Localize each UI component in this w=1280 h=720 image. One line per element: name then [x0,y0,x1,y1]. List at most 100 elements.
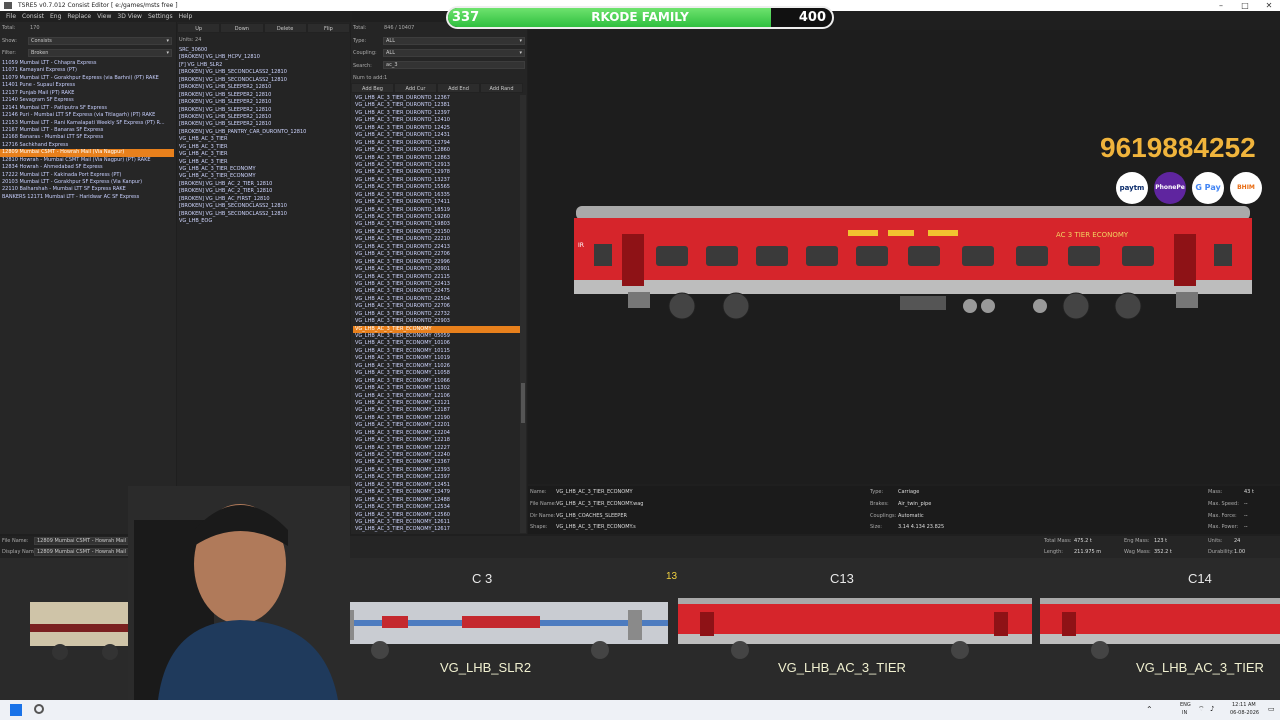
library-list-item[interactable]: VG_LHB_AC_3_TIER_DURONTO_22210 [353,236,520,243]
library-list-item[interactable]: VG_LHB_AC_3_TIER_ECONOMY_05059 [353,333,520,340]
unit-list-item[interactable]: [BROKEN] VG_LHB_SECONDCLASS2_12810 [177,203,350,210]
library-list-item[interactable]: VG_LHB_AC_3_TIER_DURONTO_18519 [353,207,520,214]
library-list-item[interactable]: VG_LHB_AC_3_TIER_DURONTO_12863 [353,155,520,162]
library-list-item[interactable]: VG_LHB_AC_3_TIER_ECONOMY_12611 [353,519,520,526]
consist-list-item[interactable]: 22110 Balharshah - Mumbai LTT SF Express… [0,186,174,193]
library-list-item[interactable]: VG_LHB_AC_3_TIER_DURONTO_12860 [353,147,520,154]
add-beg-button[interactable]: Add Beg [351,83,394,93]
add-end-button[interactable]: Add End [437,83,480,93]
consist-list-item[interactable]: 12834 Howrah - Ahmedabad SF Express [0,164,174,171]
consist-list[interactable]: 11059 Mumbai LTT - Chhapra Express 11071 … [0,60,174,530]
library-list-item[interactable]: VG_LHB_AC_3_TIER_ECONOMY_12218 [353,437,520,444]
library-list-item[interactable]: VG_LHB_AC_3_TIER_ECONOMY_12106 [353,393,520,400]
consist-list-item[interactable]: 12716 Sachkhand Express [0,142,174,149]
consist-list-item[interactable]: 12809 Mumbai CSMT - Howrah Mail (Via Nag… [0,149,174,157]
unit-list-item[interactable]: VG_LHB_AC_3_TIER [177,136,350,143]
library-list-item[interactable]: VG_LHB_AC_3_TIER_DURONTO_12381 [353,102,520,109]
library-list-item[interactable]: VG_LHB_AC_3_TIER_DURONTO_12978 [353,169,520,176]
unit-list-item[interactable]: [BROKEN] VG_LHB_SLEEPER2_12810 [177,84,350,91]
unit-list-item[interactable]: [BROKEN] VG_LHB_SLEEPER2_12810 [177,114,350,121]
library-list-item[interactable]: VG_LHB_AC_3_TIER_ECONOMY_12393 [353,467,520,474]
consist-list-item[interactable]: 11079 Mumbai LTT - Gorakhpur Express (vi… [0,75,174,82]
consist-list-item[interactable]: 11401 Pune - Supaul Express [0,82,174,89]
settings-gear-icon[interactable] [34,704,44,714]
consist-list-item[interactable]: 12168 Banaras - Mumbai LTT SF Express [0,134,174,141]
library-list-item[interactable]: VG_LHB_AC_3_TIER_DURONTO_22504 [353,296,520,303]
library-list-item[interactable]: VG_LHB_AC_3_TIER_ECONOMY_12534 [353,504,520,511]
unit-list-item[interactable]: [BROKEN] VG_LHB_SLEEPER2_12810 [177,107,350,114]
library-list-item[interactable]: VG_LHB_AC_3_TIER_DURONTO_22706 [353,303,520,310]
menu-settings[interactable]: Settings [148,11,173,22]
unit-list-item[interactable]: [BROKEN] VG_LHB_SLEEPER2_12810 [177,121,350,128]
flip-button[interactable]: Flip [306,23,350,33]
library-list-item[interactable]: VG_LHB_AC_3_TIER_ECONOMY [353,325,520,333]
library-list-item[interactable]: VG_LHB_AC_3_TIER_DURONTO_22115 [353,274,520,281]
unit-list-item[interactable]: [BROKEN] VG_LHB_PANTRY_CAR_DURONTO_12810 [177,129,350,136]
library-list-item[interactable]: VG_LHB_AC_3_TIER_ECONOMY_12201 [353,422,520,429]
show-select[interactable]: Consists ▾ [28,37,172,45]
unit-list-item[interactable]: [BROKEN] VG_LHB_SECONDCLASS2_12810 [177,77,350,84]
library-list-item[interactable]: VG_LHB_AC_3_TIER_ECONOMY_11058 [353,370,520,377]
unit-list[interactable]: SRC_30600 [BROKEN] VG_LHB_HCPV_12810 [F] V… [177,47,350,247]
delete-button[interactable]: Delete [263,23,307,33]
notification-icon[interactable]: ▭ [1268,705,1275,713]
unit-list-item[interactable]: [BROKEN] VG_LHB_AC_2_TIER_12810 [177,188,350,195]
library-list-item[interactable]: VG_LHB_AC_3_TIER_ECONOMY_12451 [353,482,520,489]
library-list-item[interactable]: VG_LHB_AC_3_TIER_DURONTO_22475 [353,288,520,295]
library-list-item[interactable]: VG_LHB_AC_3_TIER_DURONTO_12397 [353,110,520,117]
volume-icon[interactable]: ♪ [1210,705,1214,713]
library-list-item[interactable]: VG_LHB_AC_3_TIER_DURONTO_22413 [353,244,520,251]
library-list-item[interactable]: VG_LHB_AC_3_TIER_ECONOMY_12121 [353,400,520,407]
durability-input[interactable]: 1.00 [1234,549,1245,555]
unit-list-item[interactable]: VG_LHB_AC_3_TIER [177,151,350,158]
menu-replace[interactable]: Replace [67,11,91,22]
unit-list-item[interactable]: [F] VG_LHB_SLR2 [177,62,350,69]
library-list-item[interactable]: VG_LHB_AC_3_TIER_DURONTO_19260 [353,214,520,221]
library-list-item[interactable]: VG_LHB_AC_3_TIER_ECONOMY_12479 [353,489,520,496]
search-input[interactable]: ac_3 [383,61,525,69]
num-to-add-input[interactable]: 1 [384,75,387,81]
consist-list-item[interactable]: 12140 Sevagram SF Express [0,97,174,104]
consist-list-item[interactable]: 12146 Puri - Mumbai LTT SF Express (via … [0,112,174,119]
library-list-item[interactable]: VG_LHB_AC_3_TIER_ECONOMY_12397 [353,474,520,481]
library-list-item[interactable]: VG_LHB_AC_3_TIER_ECONOMY_11026 [353,363,520,370]
unit-list-item[interactable]: [BROKEN] VG_LHB_HCPV_12810 [177,54,350,61]
consist-list-item[interactable]: 20103 Mumbai LTT - Gorakhpur SF Express … [0,179,174,186]
library-list[interactable]: VG_LHB_AC_3_TIER_DURONTO_12367 VG_LHB_AC_… [353,95,520,533]
menu-help[interactable]: Help [179,11,193,22]
unit-list-item[interactable]: [BROKEN] VG_LHB_AC_2_TIER_12810 [177,181,350,188]
library-list-item[interactable]: VG_LHB_AC_3_TIER_DURONTO_12794 [353,140,520,147]
library-list-item[interactable]: VG_LHB_AC_3_TIER_DURONTO_22732 [353,311,520,318]
library-list-item[interactable]: VG_LHB_AC_3_TIER_ECONOMY_12190 [353,415,520,422]
add-cur-button[interactable]: Add Cur [394,83,437,93]
consist-list-item[interactable]: 11071 Kamayani Express (PT) [0,67,174,74]
unit-list-item[interactable]: [BROKEN] VG_LHB_SECONDCLASS2_12810 [177,211,350,218]
library-list-item[interactable]: VG_LHB_AC_3_TIER_ECONOMY_12227 [353,445,520,452]
library-list-item[interactable]: VG_LHB_AC_3_TIER_DURONTO_16335 [353,192,520,199]
library-list-item[interactable]: VG_LHB_AC_3_TIER_DURONTO_22150 [353,229,520,236]
unit-list-item[interactable]: VG_LHB_AC_3_TIER_ECONOMY [177,166,350,173]
library-list-item[interactable]: VG_LHB_AC_3_TIER_ECONOMY_12560 [353,512,520,519]
minimize-button[interactable]: – [1210,0,1232,11]
wifi-icon[interactable]: ⌔ [1198,705,1205,714]
menu-view[interactable]: View [97,11,111,22]
library-list-item[interactable]: VG_LHB_AC_3_TIER_DURONTO_17411 [353,199,520,206]
display-name-input[interactable]: 12809 Mumbai CSMT - Howrah Mail (Via [34,548,134,556]
library-list-item[interactable]: VG_LHB_AC_3_TIER_DURONTO_22413 [353,281,520,288]
library-list-item[interactable]: VG_LHB_AC_3_TIER_DURONTO_12425 [353,125,520,132]
consist-list-item[interactable]: 11059 Mumbai LTT - Chhapra Express [0,60,174,67]
chevron-up-icon[interactable]: ⌃ [1146,705,1153,714]
library-list-item[interactable]: VG_LHB_AC_3_TIER_ECONOMY_12617 [353,526,520,533]
library-list-item[interactable]: VG_LHB_AC_3_TIER_ECONOMY_12187 [353,407,520,414]
library-list-item[interactable]: VG_LHB_AC_3_TIER_ECONOMY_12367 [353,459,520,466]
consist-list-item[interactable]: 12153 Mumbai LTT - Rani Kamalapati Weekl… [0,120,174,127]
menu-consist[interactable]: Consist [22,11,44,22]
library-list-item[interactable]: VG_LHB_AC_3_TIER_ECONOMY_11019 [353,355,520,362]
unit-list-item[interactable]: [BROKEN] VG_LHB_SECONDCLASS2_12810 [177,69,350,76]
library-list-item[interactable]: VG_LHB_AC_3_TIER_ECONOMY_12204 [353,430,520,437]
library-list-item[interactable]: VG_LHB_AC_3_TIER_DURONTO_13237 [353,177,520,184]
unit-list-item[interactable]: VG_LHB_AC_3_TIER [177,144,350,151]
consist-list-item[interactable]: 17222 Mumbai LTT - Kakinada Port Express… [0,172,174,179]
library-list-item[interactable]: VG_LHB_AC_3_TIER_DURONTO_12367 [353,95,520,102]
consist-list-item[interactable]: 12137 Punjab Mail (PT) RAKE [0,90,174,97]
